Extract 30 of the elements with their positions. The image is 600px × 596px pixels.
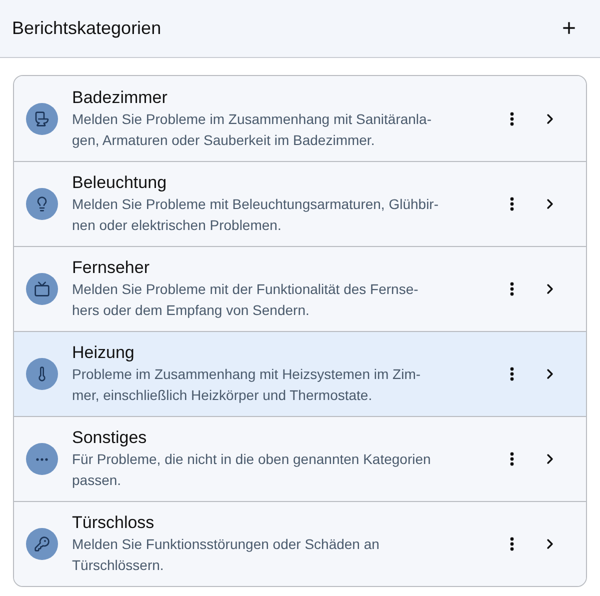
category-description: Melden Sie Probleme mit der Funktionalität des Fernse- hers oder dem Empfang von Sendern. [72, 280, 420, 320]
tv-icon [34, 281, 50, 297]
category-row[interactable]: Heizung Probleme im Zusammenhang mit Heizsystemen im Zim- mer, einschließlich Heizkörper und Thermostate. [14, 331, 586, 416]
category-description: Melden Sie Probleme mit Beleuchtungsarmaturen, Glühbir- nen oder elektrischen Problemen. [72, 195, 440, 235]
toilet-icon [34, 110, 50, 126]
key-icon [34, 536, 50, 552]
more-options-icon [510, 452, 514, 466]
category-description: Melden Sie Funktionsstörungen oder Schäden an Türschlössern. [72, 535, 380, 575]
category-row[interactable]: Beleuchtung Melden Sie Probleme mit Beleuchtungsarmaturen, Glühbir- nen oder elektrischen Problemen. [14, 161, 586, 246]
category-row[interactable]: Sonstiges Für Probleme, die nicht in die oben genannten Kategorien passen. [14, 416, 586, 501]
category-title: Sonstiges [72, 427, 148, 449]
category-title: Fernseher [72, 257, 150, 279]
category-row[interactable]: Badezimmer Melden Sie Probleme im Zusammenhang mit Sanitäranla- gen, Armaturen oder Sauberkeit im Badezimmer. [14, 76, 586, 161]
add-button[interactable]: + [558, 16, 580, 40]
category-title: Beleuchtung [72, 172, 168, 194]
more-options-icon [510, 367, 514, 381]
page-title: Berichtskategorien [12, 17, 162, 40]
category-description: Für Probleme, die nicht in die oben genannten Kategorien passen. [72, 450, 432, 490]
more-options-icon [510, 112, 514, 126]
category-row[interactable]: Türschloss Melden Sie Funktionsstörungen oder Schäden an Türschlössern. [14, 501, 586, 586]
category-description: Probleme im Zusammenhang mit Heizsystemen im Zim- mer, einschließlich Heizkörper und Thermostate. [72, 365, 422, 405]
dots-icon [36, 458, 48, 460]
more-options-icon [510, 282, 514, 296]
category-title: Heizung [72, 342, 136, 364]
more-options-icon [510, 197, 514, 211]
category-description: Melden Sie Probleme im Zusammenhang mit Sanitäranla- gen, Armaturen oder Sauberkeit im Badezimmer. [72, 110, 432, 150]
category-title: Badezimmer [72, 86, 168, 108]
more-options-icon [510, 537, 514, 551]
category-title: Türschloss [72, 512, 156, 534]
category-row[interactable]: Fernseher Melden Sie Probleme mit der Funktionalität des Fernse- hers oder dem Empfang von Sendern. [14, 246, 586, 331]
